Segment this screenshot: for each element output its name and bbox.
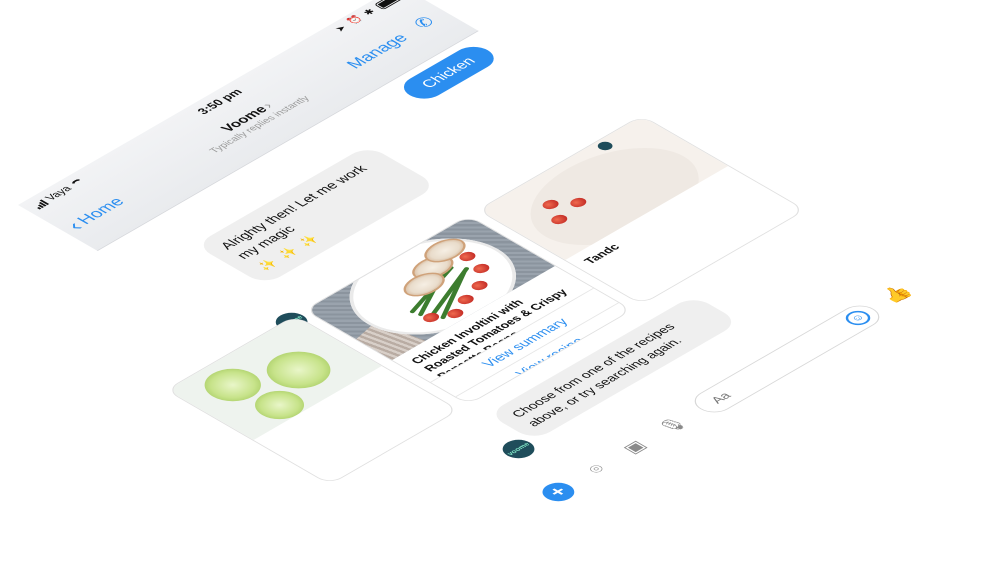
page-title[interactable]: Voome›	[136, 53, 358, 181]
bot-avatar-2: voome	[496, 436, 542, 462]
phone-screen: Vaya 3:50 pm ➤ ⏰ ✱ ‹ Home Voome› Typical…	[18, 0, 953, 525]
manage-button[interactable]: Manage	[342, 31, 413, 72]
image-icon[interactable]: ▣	[610, 433, 658, 461]
back-button[interactable]: ‹ Home	[60, 194, 129, 234]
microphone-icon[interactable]: 🎙	[648, 411, 696, 439]
camera-icon[interactable]: ⌾	[572, 455, 620, 483]
phone-icon[interactable]: ✆	[406, 12, 444, 34]
add-button[interactable]: +	[535, 479, 581, 505]
stage: Vaya 3:50 pm ➤ ⏰ ✱ ‹ Home Voome› Typical…	[0, 0, 1000, 574]
thumbs-up-icon[interactable]: 👍	[874, 281, 922, 309]
back-label: Home	[72, 194, 129, 227]
